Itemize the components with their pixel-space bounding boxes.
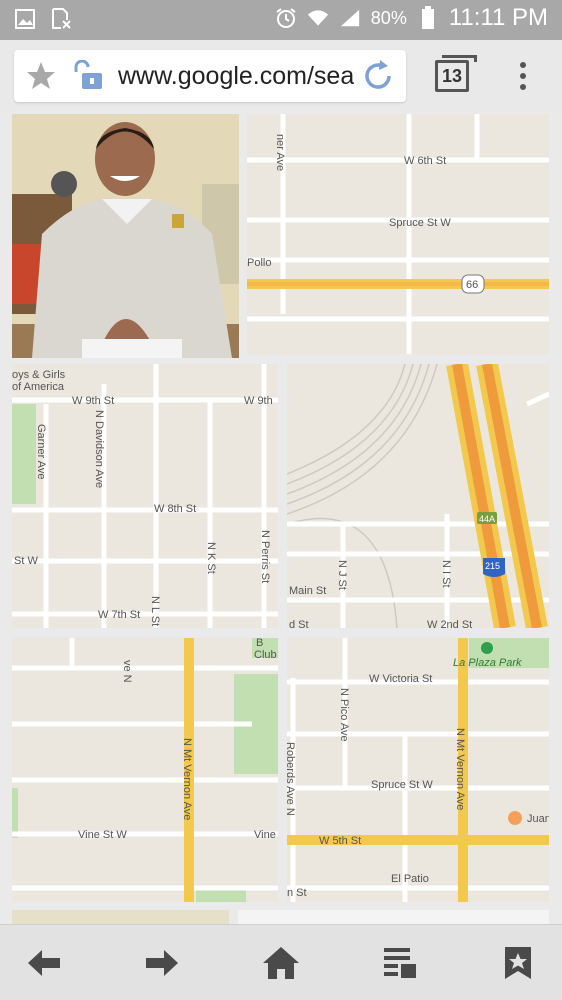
street-label: Main St — [289, 585, 326, 597]
street-label: n St — [287, 887, 307, 899]
poi-label: El Patio — [391, 873, 429, 885]
street-label: N Pico Ave — [338, 688, 350, 742]
street-label: St W — [14, 555, 38, 567]
map-tile-top[interactable]: 66 W 6th St Spruce St W Pollo ner Ave — [247, 114, 549, 354]
poi-label: Club — [254, 649, 277, 661]
image-tile-partial[interactable] — [12, 910, 229, 924]
map-tile-bottom-right[interactable]: La Plaza Park W Victoria St N Pico Ave R… — [287, 638, 549, 902]
street-label: W 9th St — [72, 395, 114, 407]
street-label: W 5th St — [319, 835, 361, 847]
image-results-grid: 66 W 6th St Spruce St W Pollo ner Ave oy… — [0, 112, 562, 924]
street-label: N Mt Vernon Ave — [181, 738, 193, 820]
alarm-icon — [275, 7, 297, 29]
street-label: N L St — [149, 596, 161, 626]
street-label: N J St — [336, 560, 348, 590]
tabs-button[interactable]: 13 — [435, 55, 477, 92]
status-bar: 80% 11:11 PM — [0, 0, 562, 40]
street-label: Garner Ave — [35, 424, 47, 479]
map-tile-middle-right[interactable]: 44A 215 N J St N I St Main St d St W 2nd… — [287, 364, 549, 628]
reading-list-button[interactable] — [378, 943, 422, 983]
officer-photo[interactable] — [12, 114, 239, 358]
address-bar[interactable]: www.google.com/search — [14, 50, 406, 102]
street-label: d St — [289, 619, 309, 628]
poi-label: oys & Girls — [12, 369, 66, 381]
poi-label: of America — [12, 381, 65, 393]
route-66-label: 66 — [466, 279, 478, 291]
street-label: W 6th St — [404, 155, 446, 167]
bookmark-star-icon[interactable] — [26, 61, 56, 96]
arrow-left-icon — [28, 950, 60, 976]
street-label: N K St — [205, 542, 217, 574]
street-label: W 2nd St — [427, 619, 472, 628]
clock: 11:11 PM — [448, 4, 548, 31]
signal-icon — [339, 7, 361, 29]
poi-label: Juan — [527, 813, 549, 825]
map-tile-bottom-left[interactable]: ve N Club B N Mt Vernon Ave Vine St W Vi… — [12, 638, 278, 902]
bookmark-icon — [505, 947, 531, 979]
exit-label: 44A — [479, 514, 495, 524]
saved-pages-icon — [384, 948, 416, 978]
bookmarks-button[interactable] — [496, 943, 540, 983]
street-label: Vine — [254, 829, 276, 841]
street-label: ve N — [121, 660, 133, 683]
street-label: Roberds Ave N — [287, 742, 296, 816]
home-icon — [263, 947, 299, 979]
lock-icon — [72, 59, 106, 97]
street-label: Spruce St W — [389, 217, 451, 229]
image-tile-partial[interactable] — [238, 910, 549, 924]
arrow-right-icon — [146, 950, 178, 976]
battery-icon — [417, 6, 439, 29]
street-label: W 8th St — [154, 503, 196, 515]
poi-label: B — [256, 638, 263, 649]
browser-toolbar: www.google.com/search 13 — [0, 40, 562, 112]
reload-icon[interactable] — [360, 58, 396, 99]
document-blocked-icon — [50, 8, 72, 30]
interstate-215-label: 215 — [485, 561, 500, 571]
wifi-icon — [307, 7, 329, 29]
street-label: N Perris St — [259, 530, 271, 583]
browser-bottom-bar — [0, 924, 562, 1000]
street-label: N I St — [440, 560, 452, 588]
forward-button[interactable] — [140, 943, 184, 983]
park-label: La Plaza Park — [453, 657, 522, 669]
street-label: W Victoria St — [369, 673, 432, 685]
home-button[interactable] — [259, 943, 303, 983]
street-label: ner Ave — [274, 134, 286, 171]
map-tile-middle-left[interactable]: oys & Girls of America W 9th St W 9th Ga… — [12, 364, 278, 628]
street-label: N Davidson Ave — [93, 410, 105, 488]
street-label: Pollo — [247, 257, 271, 269]
overflow-menu-icon[interactable] — [518, 62, 528, 92]
street-label: Spruce St W — [371, 779, 433, 791]
back-button[interactable] — [22, 943, 66, 983]
tab-count: 13 — [441, 66, 463, 86]
url-text[interactable]: www.google.com/search — [118, 62, 354, 91]
street-label: N Mt Vernon Ave — [454, 728, 466, 810]
street-label: Vine St W — [78, 829, 127, 841]
street-label: W 7th St — [98, 609, 140, 621]
street-label: W 9th — [244, 395, 273, 407]
battery-percent: 80% — [370, 7, 407, 28]
gallery-icon — [14, 8, 36, 30]
